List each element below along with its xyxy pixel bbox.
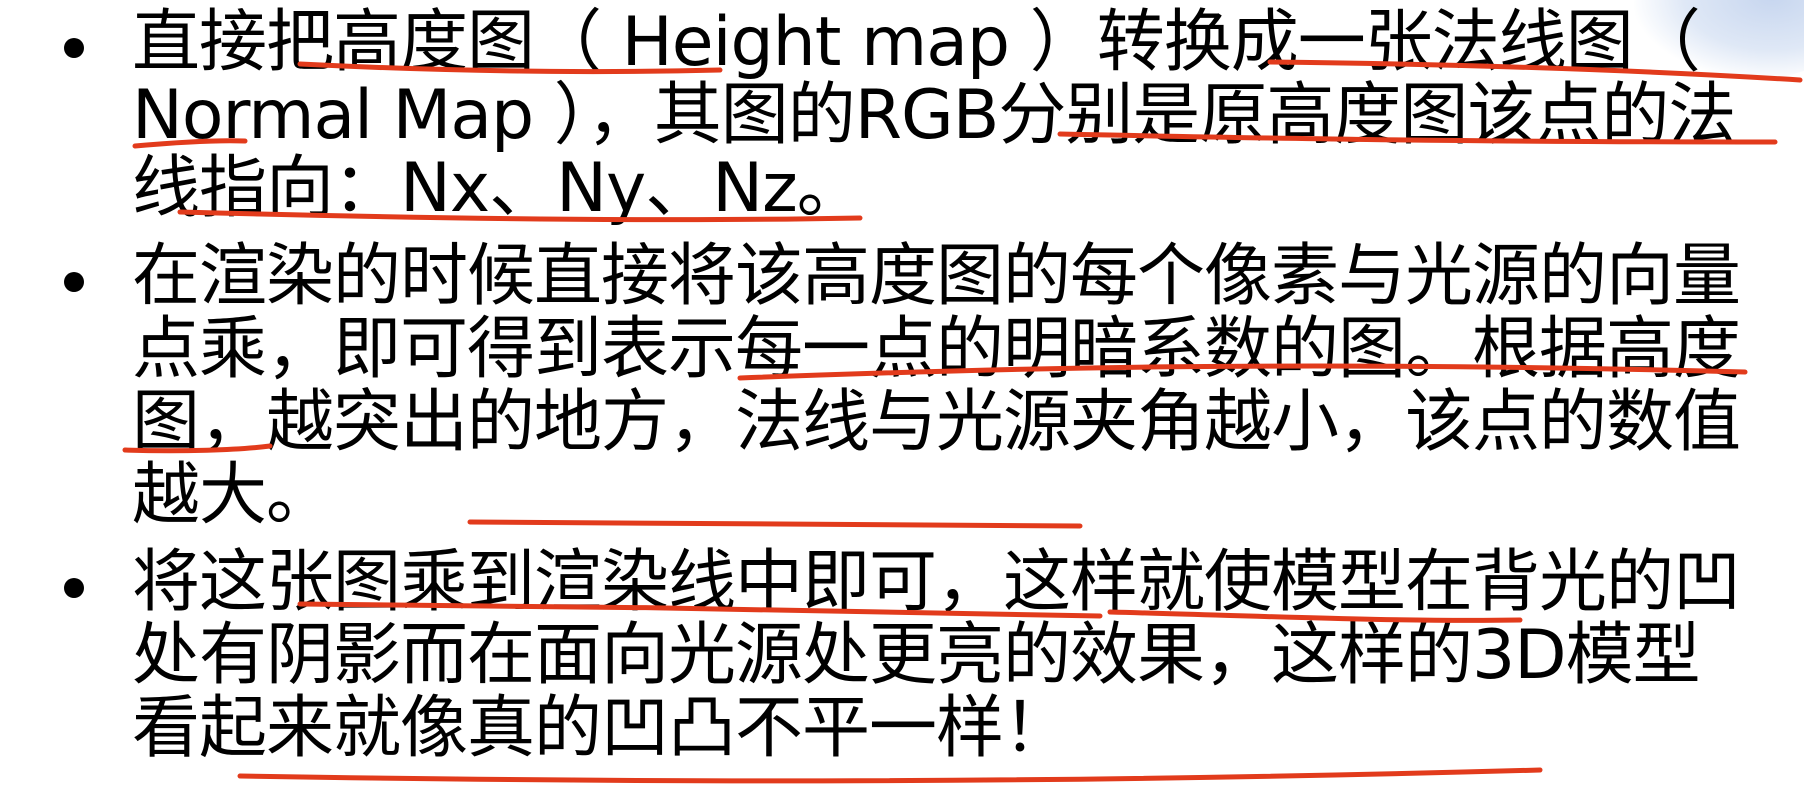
bullet-text: 直接把高度图（ Height map ）转换成一张法线图（ Normal Map… bbox=[132, 3, 1736, 228]
bullet-dot-icon bbox=[64, 272, 84, 292]
bullet-text: 在渲染的时候直接将该高度图的每个像素与光源的向量点乘，即可得到表示每一点的明暗系… bbox=[132, 237, 1741, 535]
bullet-dot-icon bbox=[64, 38, 84, 58]
bullet-dot-icon bbox=[64, 578, 84, 598]
bullet-text: 将这张图乘到渲染线中即可，这样就使模型在背光的凹处有阴影而在面向光源处更亮的效果… bbox=[132, 543, 1741, 768]
slide-content: 直接把高度图（ Height map ）转换成一张法线图（ Normal Map… bbox=[0, 0, 1804, 792]
